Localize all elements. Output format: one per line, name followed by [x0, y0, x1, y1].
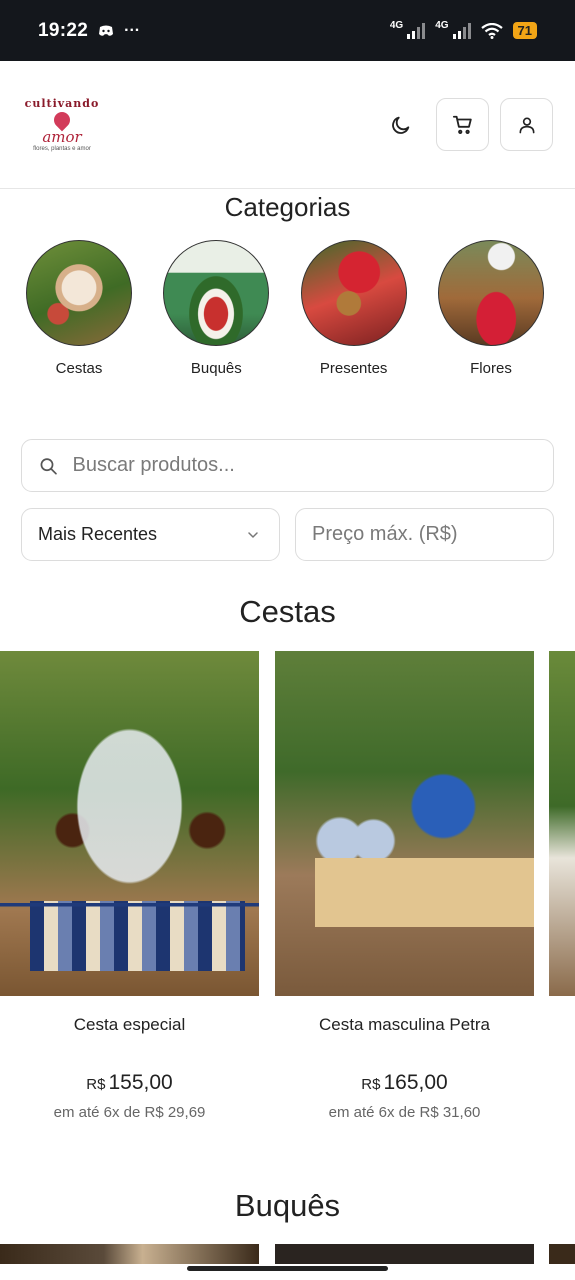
- category-image: [437, 240, 544, 346]
- theme-toggle-button[interactable]: [377, 99, 425, 151]
- product-carousel[interactable]: Cesta especial R$ 155,00 em até 6x de R$ …: [0, 651, 575, 1131]
- moon-icon: [392, 116, 410, 134]
- signal-icon: [452, 22, 471, 39]
- currency-symbol: R$: [361, 1076, 381, 1093]
- categories-row: Cestas Buquês Presentes Flores: [26, 240, 544, 377]
- account-button[interactable]: [500, 98, 553, 151]
- signal-icon: [407, 22, 426, 39]
- category-label: Cestas: [55, 360, 103, 377]
- logo-text: cultivando: [24, 97, 100, 110]
- category-image: [26, 240, 132, 346]
- currency-symbol: R$: [86, 1076, 106, 1093]
- price-value: 155,00: [108, 1071, 173, 1094]
- product-card[interactable]: Cesta especial R$ 155,00 em até 6x de R$ …: [0, 651, 259, 1121]
- max-price-field[interactable]: [295, 508, 554, 561]
- brand-logo[interactable]: cultivando amor flores, plantas e amor: [24, 93, 100, 157]
- app-header: cultivando amor flores, plantas e amor: [0, 61, 575, 189]
- status-bar: 19:22 ··· 4G 4G 71: [0, 0, 575, 61]
- sort-selected-value: Mais Recentes: [38, 524, 158, 544]
- cart-button[interactable]: [436, 98, 489, 151]
- more-icon: ···: [124, 21, 141, 39]
- chevron-down-icon: [248, 531, 258, 538]
- category-flores[interactable]: Flores: [437, 240, 544, 377]
- category-label: Buquês: [190, 360, 242, 377]
- user-icon: [519, 117, 534, 133]
- price-value: 165,00: [383, 1071, 448, 1094]
- category-buques[interactable]: Buquês: [163, 240, 270, 377]
- search-icon: [40, 457, 57, 475]
- product-name: Cesta especial: [73, 1015, 186, 1034]
- max-price-input[interactable]: [312, 523, 553, 546]
- product-image: [275, 651, 534, 996]
- category-cestas[interactable]: Cestas: [26, 240, 132, 377]
- sort-select[interactable]: Mais Recentes: [21, 508, 280, 561]
- category-image: [163, 240, 270, 346]
- category-image: [300, 240, 407, 346]
- section-title-buques: Buquês: [234, 1188, 341, 1223]
- network-label: 4G: [435, 20, 449, 31]
- battery-indicator: 71: [512, 22, 537, 39]
- product-card-partial[interactable]: [549, 651, 575, 996]
- product-installments: em até 6x de R$ 29,69: [53, 1104, 206, 1121]
- logo-tagline: flores, plantas e amor: [33, 146, 91, 152]
- category-label: Flores: [470, 360, 512, 377]
- wifi-icon: [480, 22, 503, 39]
- category-presentes[interactable]: Presentes: [300, 240, 407, 377]
- product-image: [549, 651, 575, 996]
- product-name: Cesta masculina Petra: [318, 1015, 491, 1034]
- categories-title: Categorias: [224, 192, 351, 222]
- search-input[interactable]: [72, 454, 553, 477]
- status-time: 19:22: [38, 19, 89, 41]
- product-price: R$ 165,00: [275, 1071, 534, 1095]
- cart-icon: [452, 115, 472, 134]
- product-image: [0, 651, 259, 996]
- discord-icon: [99, 25, 114, 36]
- network-label: 4G: [389, 20, 404, 31]
- home-indicator[interactable]: [187, 1266, 388, 1271]
- product-price: R$ 155,00: [0, 1071, 259, 1095]
- product-installments: em até 6x de R$ 31,60: [328, 1104, 481, 1121]
- category-label: Presentes: [319, 360, 388, 377]
- search-bar[interactable]: [21, 439, 554, 492]
- product-card[interactable]: Cesta masculina Petra R$ 165,00 em até 6x…: [275, 651, 534, 1121]
- product-carousel-preview: [0, 1244, 575, 1264]
- section-title-cestas: Cestas: [239, 594, 336, 629]
